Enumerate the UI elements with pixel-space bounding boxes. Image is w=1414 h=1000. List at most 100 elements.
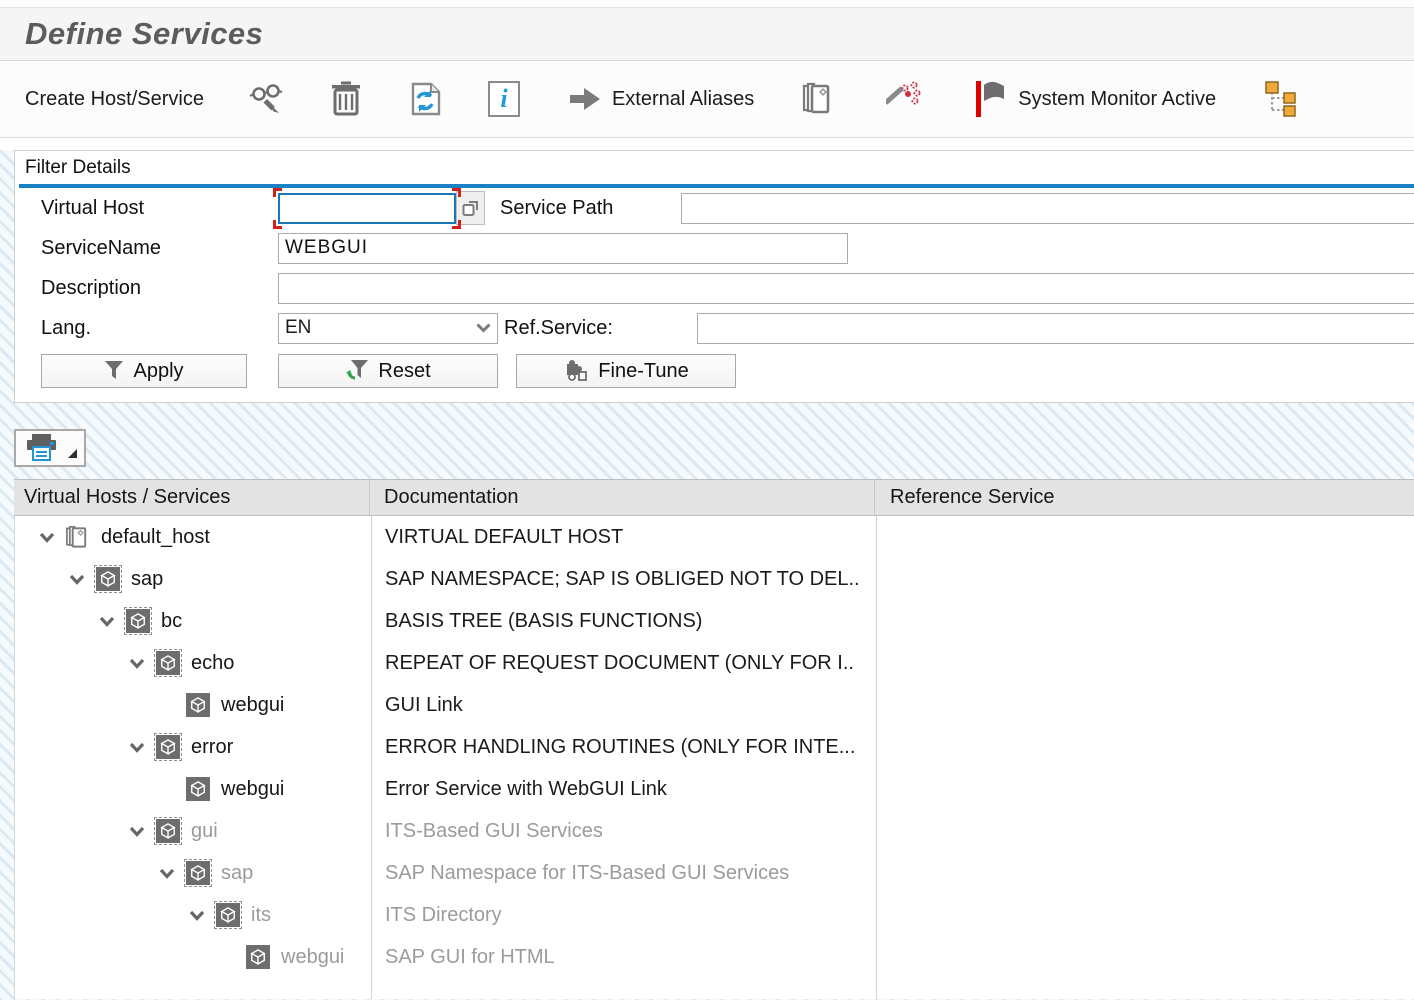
- tree-row-webgui[interactable]: webgui SAP GUI for HTML: [15, 936, 1414, 978]
- refresh-icon[interactable]: [408, 81, 442, 117]
- window-top-strip: [0, 0, 1414, 8]
- service-leaf-icon: [186, 693, 210, 717]
- service-node-icon: [126, 609, 150, 633]
- tree-row-default_host[interactable]: default_host VIRTUAL DEFAULT HOST: [15, 516, 1414, 558]
- documentation-cell: SAP NAMESPACE; SAP IS OBLIGED NOT TO DEL…: [371, 568, 876, 591]
- language-label: Lang.: [41, 317, 278, 340]
- tree-row-bc[interactable]: bc BASIS TREE (BASIS FUNCTIONS): [15, 600, 1414, 642]
- documentation-cell: ITS Directory: [371, 904, 876, 927]
- virtual-host-input[interactable]: [278, 193, 456, 224]
- node-label[interactable]: echo: [191, 652, 234, 675]
- service-path-label: Service Path: [485, 197, 681, 220]
- column-divider: [876, 516, 877, 999]
- service-node-icon: [156, 651, 180, 675]
- node-label[interactable]: webgui: [221, 694, 284, 717]
- virtual-host-field-focus: [278, 193, 456, 224]
- filter-details-heading: Filter Details: [15, 155, 1414, 179]
- tree-row-error[interactable]: error ERROR HANDLING ROUTINES (ONLY FOR …: [15, 726, 1414, 768]
- filter-details-panel: Filter Details Virtual Host Service Path…: [14, 150, 1414, 403]
- tree-row-sap[interactable]: sap SAP NAMESPACE; SAP IS OBLIGED NOT TO…: [15, 558, 1414, 600]
- puzzle-icon: [563, 358, 589, 384]
- service-leaf-icon: [186, 777, 210, 801]
- documentation-cell: BASIS TREE (BASIS FUNCTIONS): [371, 610, 876, 633]
- language-selected-value: EN: [285, 317, 311, 339]
- virtual-host-icon: [65, 523, 90, 551]
- services-table: Virtual Hosts / Services Documentation R…: [14, 479, 1414, 999]
- language-select[interactable]: EN: [278, 313, 498, 344]
- service-node-icon: [186, 861, 210, 885]
- tree-row-webgui[interactable]: webgui GUI Link: [15, 684, 1414, 726]
- documentation-cell: GUI Link: [371, 694, 876, 717]
- host-ports-icon[interactable]: [800, 80, 834, 118]
- apply-button[interactable]: Apply: [41, 354, 247, 388]
- printer-icon: [24, 433, 60, 463]
- filter-icon: [104, 359, 124, 383]
- main-area: Filter Details Virtual Host Service Path…: [0, 150, 1414, 1000]
- node-label[interactable]: sap: [221, 862, 253, 885]
- reset-button[interactable]: Reset: [278, 354, 498, 388]
- tree-row-echo[interactable]: echo REPEAT OF REQUEST DOCUMENT (ONLY FO…: [15, 642, 1414, 684]
- service-node-icon: [156, 819, 180, 843]
- chevron-expand-icon[interactable]: [189, 910, 206, 921]
- hierarchy-tree-icon[interactable]: [1262, 80, 1298, 118]
- page-title: Define Services: [25, 16, 263, 52]
- node-label[interactable]: bc: [161, 610, 182, 633]
- service-name-label: ServiceName: [41, 237, 278, 260]
- chevron-expand-icon[interactable]: [39, 532, 56, 543]
- node-label[interactable]: its: [251, 904, 271, 927]
- description-label: Description: [41, 277, 278, 300]
- ref-service-label: Ref.Service:: [498, 317, 697, 340]
- column-header-documentation[interactable]: Documentation: [370, 480, 875, 515]
- wizard-wand-icon[interactable]: [886, 80, 922, 118]
- column-divider: [371, 516, 372, 999]
- system-monitor-flag-icon: [974, 79, 1010, 119]
- create-host-service-button[interactable]: Create Host/Service: [25, 88, 204, 111]
- display-change-icon[interactable]: [248, 82, 286, 116]
- column-header-hosts[interactable]: Virtual Hosts / Services: [14, 480, 370, 515]
- application-toolbar: Create Host/Service i: [0, 61, 1414, 138]
- chevron-expand-icon[interactable]: [129, 742, 146, 753]
- tree-row-sap[interactable]: sap SAP Namespace for ITS-Based GUI Serv…: [15, 852, 1414, 894]
- node-label[interactable]: error: [191, 736, 233, 759]
- tree-row-webgui[interactable]: webgui Error Service with WebGUI Link: [15, 768, 1414, 810]
- tree-row-gui[interactable]: gui ITS-Based GUI Services: [15, 810, 1414, 852]
- chevron-expand-icon[interactable]: [99, 616, 116, 627]
- chevron-expand-icon[interactable]: [129, 826, 146, 837]
- external-aliases-arrow-icon[interactable]: [568, 84, 602, 114]
- table-body: default_host VIRTUAL DEFAULT HOST sap SA…: [14, 516, 1414, 999]
- chevron-expand-icon[interactable]: [69, 574, 86, 585]
- ref-service-input[interactable]: [697, 313, 1414, 344]
- documentation-cell: SAP Namespace for ITS-Based GUI Services: [371, 862, 876, 885]
- virtual-host-icon: [65, 525, 90, 550]
- virtual-host-label: Virtual Host: [41, 197, 278, 220]
- documentation-cell: Error Service with WebGUI Link: [371, 778, 876, 801]
- print-dropdown-caret[interactable]: [68, 449, 77, 458]
- chevron-expand-icon[interactable]: [159, 868, 176, 879]
- delete-icon[interactable]: [330, 81, 362, 117]
- chevron-expand-icon[interactable]: [129, 658, 146, 669]
- column-header-reference[interactable]: Reference Service: [875, 480, 1414, 515]
- service-node-icon: [156, 735, 180, 759]
- reset-filter-icon: [345, 358, 369, 384]
- node-label[interactable]: webgui: [221, 778, 284, 801]
- table-header: Virtual Hosts / Services Documentation R…: [14, 479, 1414, 516]
- external-aliases-button[interactable]: External Aliases: [612, 88, 754, 111]
- documentation-cell: REPEAT OF REQUEST DOCUMENT (ONLY FOR I..: [371, 652, 876, 675]
- node-label[interactable]: webgui: [281, 946, 344, 969]
- node-label[interactable]: sap: [131, 568, 163, 591]
- documentation-cell: ERROR HANDLING ROUTINES (ONLY FOR INTE..…: [371, 736, 876, 759]
- description-input[interactable]: [278, 273, 1414, 304]
- chevron-down-icon: [476, 323, 491, 333]
- service-name-input[interactable]: [278, 233, 848, 264]
- documentation-cell: ITS-Based GUI Services: [371, 820, 876, 843]
- fine-tune-button[interactable]: Fine-Tune: [516, 354, 736, 388]
- documentation-cell: VIRTUAL DEFAULT HOST: [371, 526, 876, 549]
- tree-row-its[interactable]: its ITS Directory: [15, 894, 1414, 936]
- node-label[interactable]: gui: [191, 820, 218, 843]
- node-label[interactable]: default_host: [101, 526, 210, 549]
- service-path-input[interactable]: [681, 193, 1414, 224]
- system-monitor-status: System Monitor Active: [1018, 88, 1216, 111]
- title-bar: Define Services: [0, 8, 1414, 61]
- info-icon[interactable]: i: [488, 81, 520, 117]
- print-button[interactable]: [14, 429, 86, 467]
